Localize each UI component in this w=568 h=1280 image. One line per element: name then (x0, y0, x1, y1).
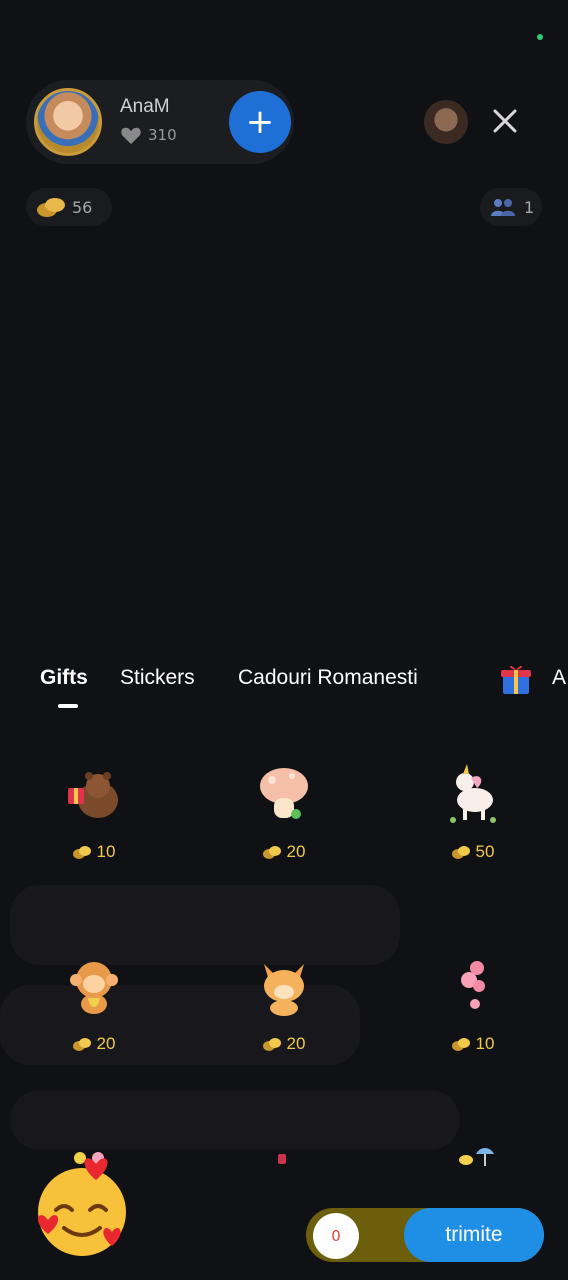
gift-price: 10 (72, 842, 116, 862)
gift-item[interactable]: 50 (408, 740, 538, 880)
tab-cadouri-romanesti[interactable]: Cadouri Romanesti (238, 666, 418, 690)
gift-count[interactable]: 0 (313, 1213, 359, 1259)
plus-icon: + (245, 102, 275, 142)
host-likes: 310 (120, 124, 177, 146)
host-name: AnaM (120, 96, 170, 117)
viewers-count: 1 (524, 197, 535, 217)
gift-item[interactable]: 10 (408, 932, 538, 1072)
gift-price-value: 50 (475, 842, 495, 861)
viewers-icon (491, 199, 515, 216)
gift-box-icon[interactable] (500, 662, 532, 696)
coin-icon (72, 845, 91, 859)
gift-item[interactable]: 10 (29, 740, 159, 880)
coin-icon (262, 845, 281, 859)
unicorn-icon (450, 764, 496, 823)
mushroom-icon (260, 768, 308, 819)
gift-price-value: 20 (286, 1034, 306, 1053)
flower-icon (461, 961, 485, 1009)
host-likes-count: 310 (148, 126, 177, 144)
monkey-icon (70, 962, 118, 1014)
heart-icon (121, 127, 141, 145)
partial-gift-icon (459, 1148, 494, 1166)
tab-more[interactable]: A (552, 666, 566, 690)
viewer-avatar[interactable] (424, 100, 468, 144)
gift-price-value: 10 (96, 842, 116, 861)
partial-gift-icon (278, 1154, 286, 1164)
emoji-reaction-button[interactable] (26, 1150, 136, 1260)
gift-item[interactable]: 20 (29, 932, 159, 1072)
follow-button[interactable]: + (229, 91, 291, 153)
gift-price: 10 (451, 1034, 495, 1054)
gift-price: 50 (451, 842, 495, 862)
gift-price-value: 20 (286, 842, 306, 861)
host-avatar[interactable] (34, 88, 102, 156)
coins-balance-pill[interactable]: 56 (26, 188, 112, 226)
fox-icon (264, 964, 304, 1016)
viewers-count-pill[interactable]: 1 (480, 188, 542, 226)
coin-icon (451, 845, 470, 859)
coins-count: 56 (72, 197, 93, 217)
bear-with-gift-icon (68, 772, 118, 818)
gift-price: 20 (262, 842, 306, 862)
coin-icon (72, 1037, 91, 1051)
send-gift-button[interactable]: trimite (404, 1208, 544, 1262)
gift-price-value: 10 (475, 1034, 495, 1053)
tab-gifts[interactable]: Gifts (40, 666, 88, 690)
tab-stickers[interactable]: Stickers (120, 666, 195, 690)
gift-price: 20 (72, 1034, 116, 1054)
gift-item[interactable]: 20 (219, 740, 349, 880)
coin-icon (262, 1037, 281, 1051)
coin-icon (451, 1037, 470, 1051)
active-tab-indicator (58, 704, 78, 708)
blurred-chat-overlay (10, 1090, 460, 1150)
gift-item[interactable]: 20 (219, 932, 349, 1072)
online-status-dot (537, 34, 543, 40)
gift-price-value: 20 (96, 1034, 116, 1053)
gift-price: 20 (262, 1034, 306, 1054)
coins-icon (37, 198, 65, 217)
close-icon[interactable] (488, 104, 522, 138)
